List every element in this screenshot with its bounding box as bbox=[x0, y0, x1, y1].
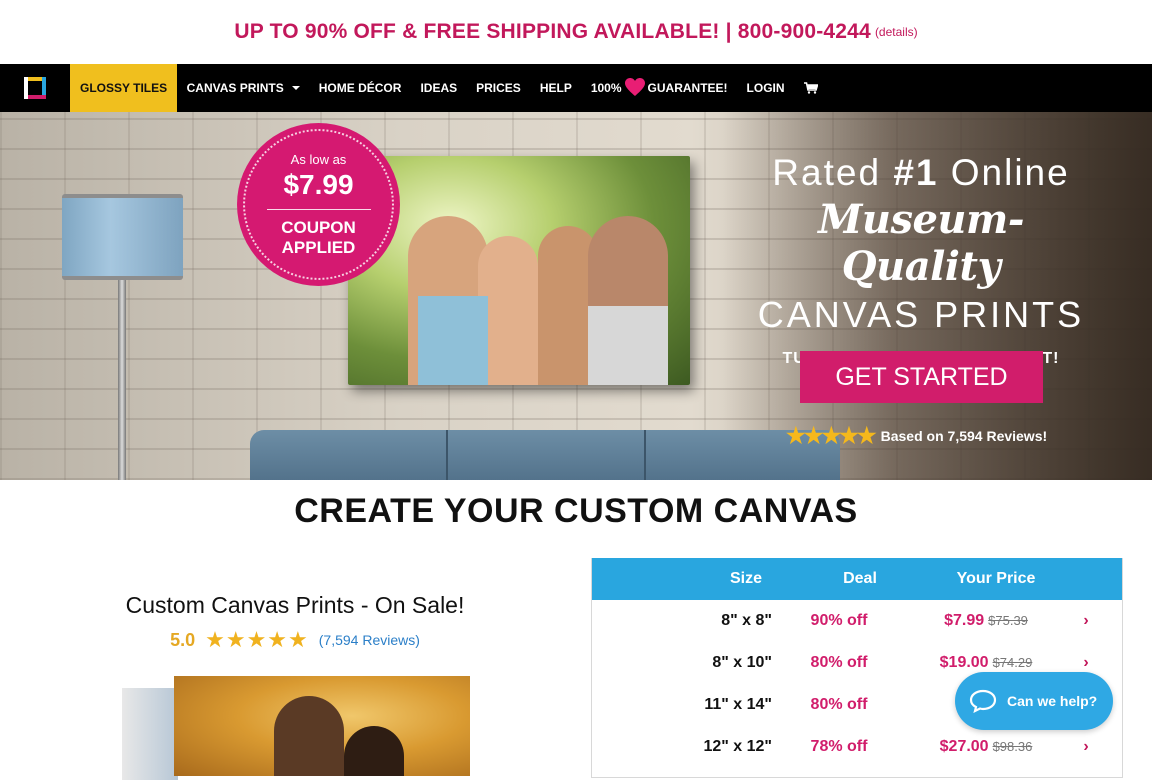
chat-bubble-icon bbox=[969, 689, 997, 713]
hero-reviews-text: Based on 7,594 Reviews! bbox=[880, 428, 1048, 444]
promo-bar: UP TO 90% OFF & FREE SHIPPING AVAILABLE!… bbox=[0, 0, 1152, 64]
hero-rated-pre: Rated bbox=[772, 152, 894, 193]
row-price-current: $27.00 bbox=[939, 738, 989, 755]
reviews-link[interactable]: (7,594 Reviews) bbox=[319, 632, 420, 648]
chat-help-button[interactable]: Can we help? bbox=[955, 672, 1113, 730]
row-price: $27.00 $98.36 bbox=[906, 738, 1066, 756]
row-deal: 80% off bbox=[810, 696, 868, 713]
chevron-right-icon[interactable]: › bbox=[1066, 612, 1106, 630]
nav-canvas-prints[interactable]: CANVAS PRINTS bbox=[177, 64, 309, 112]
hero-canvas-prints: CANVAS PRINTS bbox=[757, 294, 1085, 335]
price-table-header: Size Deal Your Price bbox=[592, 558, 1122, 600]
hero-rated: Rated #1 Online bbox=[740, 152, 1102, 194]
row-price: $19.00 $74.29 bbox=[906, 654, 1066, 672]
nav-guarantee-pre: 100% bbox=[590, 81, 622, 95]
lamp-pole-image bbox=[118, 280, 126, 480]
chevron-right-icon[interactable]: › bbox=[1066, 654, 1106, 672]
row-size: 8" x 10" bbox=[712, 654, 772, 671]
row-price-current: $7.99 bbox=[944, 612, 985, 629]
product-title: Custom Canvas Prints - On Sale! bbox=[125, 592, 465, 618]
get-started-button[interactable]: GET STARTED bbox=[800, 351, 1043, 403]
price-row[interactable]: 12" x 12" 78% off $27.00 $98.36 › bbox=[592, 726, 1122, 768]
row-size: 11" x 14" bbox=[704, 696, 772, 713]
square-logo-icon[interactable] bbox=[0, 64, 70, 112]
badge-coupon-line1: COUPON bbox=[281, 217, 356, 237]
nav-ideas[interactable]: IDEAS bbox=[411, 64, 467, 112]
header-deal: Deal bbox=[843, 570, 877, 587]
row-size: 8" x 8" bbox=[721, 612, 772, 629]
hero-rated-bold: #1 bbox=[893, 152, 939, 193]
hero-rated-post: Online bbox=[938, 152, 1070, 193]
row-deal: 80% off bbox=[810, 654, 868, 671]
price-table: Size Deal Your Price 8" x 8" 90% off $7.… bbox=[591, 558, 1123, 778]
row-deal: 78% off bbox=[810, 738, 868, 755]
nav-login[interactable]: LOGIN bbox=[737, 64, 794, 112]
heart-icon bbox=[624, 77, 646, 100]
row-deal: 90% off bbox=[810, 612, 868, 629]
row-price-old: $75.39 bbox=[988, 613, 1028, 628]
nav-home-decor[interactable]: HOME DÉCOR bbox=[309, 64, 411, 112]
product-summary: Custom Canvas Prints - On Sale! 5.0 ★★★★… bbox=[60, 592, 530, 653]
rating-value: 5.0 bbox=[170, 629, 196, 650]
row-price: $7.99 $75.39 bbox=[906, 612, 1066, 630]
chevron-down-icon bbox=[291, 86, 300, 90]
badge-price: $7.99 bbox=[283, 168, 354, 200]
row-price-old: $98.36 bbox=[992, 739, 1033, 754]
sofa-image bbox=[250, 430, 840, 480]
nav-help[interactable]: HELP bbox=[530, 64, 581, 112]
badge-coupon-line2: APPLIED bbox=[281, 237, 356, 257]
star-rating-icon: ★★★★★ bbox=[786, 423, 877, 448]
row-price-old: $74.29 bbox=[992, 655, 1033, 670]
header-price: Your Price bbox=[956, 570, 1036, 587]
cart-icon[interactable] bbox=[794, 64, 827, 112]
hero-banner: As low as $7.99 COUPON APPLIED Rated #1 … bbox=[0, 112, 1152, 480]
row-size: 12" x 12" bbox=[703, 738, 772, 755]
header-size: Size bbox=[729, 570, 762, 587]
nav-glossy-tiles[interactable]: GLOSSY TILES bbox=[70, 64, 178, 112]
family-canvas-photo bbox=[348, 156, 690, 385]
main-nav: GLOSSY TILES CANVAS PRINTS HOME DÉCOR ID… bbox=[0, 64, 1152, 112]
price-badge: As low as $7.99 COUPON APPLIED bbox=[237, 123, 400, 286]
price-row[interactable]: 8" x 8" 90% off $7.99 $75.39 › bbox=[592, 600, 1122, 642]
nav-canvas-prints-label: CANVAS PRINTS bbox=[186, 81, 284, 95]
nav-guarantee[interactable]: 100% GUARANTEE! bbox=[581, 64, 737, 112]
hero-headline: Rated #1 Online Museum-Quality CANVAS PR… bbox=[740, 152, 1102, 368]
promo-details-link[interactable]: (details) bbox=[875, 25, 918, 39]
badge-as-low-as: As low as bbox=[290, 151, 347, 167]
chevron-right-icon[interactable]: › bbox=[1066, 738, 1106, 756]
badge-divider bbox=[266, 208, 371, 210]
canvas-product-image bbox=[122, 676, 470, 780]
star-rating-icon: ★★★★★ bbox=[205, 627, 309, 652]
promo-text: UP TO 90% OFF & FREE SHIPPING AVAILABLE!… bbox=[234, 20, 871, 43]
chat-help-label: Can we help? bbox=[1007, 693, 1098, 709]
lamp-shade-image bbox=[62, 194, 183, 280]
nav-guarantee-post: GUARANTEE! bbox=[647, 81, 728, 95]
hero-reviews: ★★★★★ Based on 7,594 Reviews! bbox=[786, 423, 1047, 449]
nav-prices[interactable]: PRICES bbox=[467, 64, 531, 112]
row-price-current: $19.00 bbox=[939, 654, 989, 671]
product-rating: 5.0 ★★★★★ (7,594 Reviews) bbox=[60, 627, 530, 653]
hero-museum-quality: Museum-Quality bbox=[818, 196, 1024, 290]
badge-coupon: COUPON APPLIED bbox=[281, 218, 356, 257]
section-title: CREATE YOUR CUSTOM CANVAS bbox=[294, 492, 858, 530]
